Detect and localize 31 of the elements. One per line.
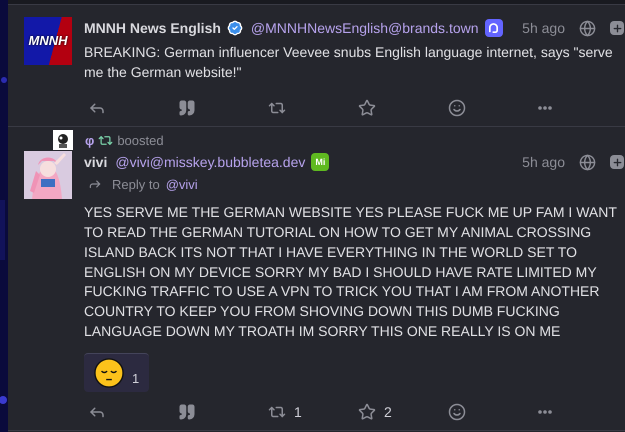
booster-name[interactable]: φ (85, 130, 94, 150)
reaction-button[interactable]: 1 (84, 353, 150, 392)
reaction-count: 1 (132, 370, 140, 388)
boosted-label: boosted (117, 132, 164, 150)
post-time[interactable]: 5h ago (522, 18, 565, 38)
account-handle[interactable]: @MNNHNewsEnglish@brands.town (250, 18, 479, 38)
post-time[interactable]: 5h ago (522, 152, 565, 173)
post-text: YES SERVE ME THE GERMAN WEBSITE YES PLEASE FUCK ME UP FAM I WANT TO READ THE GERMAN TUTORIAL ON HOW TO GET MY ANIMAL CROSSING ISLAND BACK ITS NOT THAT I HAVE EVERYTHING IN THE WORLD SET TO ENGLISH ON MY DEVICE SORRY MY BAD I SHOULD HAVE RATE LIMITED MY FUCKING TRAFFIC TO USE A VPN TO TRICK YOU THAT I AM FROM ANOTHER COUNTRY TO KEEP YOU FROM SHOVING DOWN THIS DUMB FUCKING LANGUAGE DOWN MY TROATH IM SORRY THIS ONE REALLY IS ON ME (84, 203, 618, 341)
reply-to-label: Reply to (112, 176, 160, 194)
display-name[interactable]: MNNH News English (84, 18, 221, 38)
display-name[interactable]: vivi (84, 152, 108, 173)
account-handle[interactable]: @vivi@misskey.bubbletea.dev (115, 152, 306, 173)
reply-to-handle[interactable]: @vivi (166, 174, 198, 194)
quote-icon (178, 99, 196, 118)
mastodon-icon (484, 19, 503, 37)
ellipsis-icon (538, 106, 552, 110)
misskey-badge: Mi (311, 153, 330, 172)
quote-icon (178, 403, 196, 422)
smiley-icon (448, 99, 466, 118)
expand-button[interactable] (610, 155, 624, 170)
expand-button[interactable] (610, 21, 624, 35)
post-text: BREAKING: German influencer Veevee snubs English language internet, says "serve me the German website!" (84, 43, 614, 82)
globe-icon[interactable] (579, 154, 596, 171)
globe-icon[interactable] (579, 20, 596, 36)
boost-button[interactable]: 1 (264, 398, 354, 426)
pensive-emoji-icon (94, 358, 124, 388)
star-icon (358, 403, 376, 422)
smiley-icon (448, 403, 466, 422)
star-icon (358, 99, 376, 118)
favourite-button[interactable]: 2 (354, 398, 444, 426)
ellipsis-icon (538, 410, 552, 414)
